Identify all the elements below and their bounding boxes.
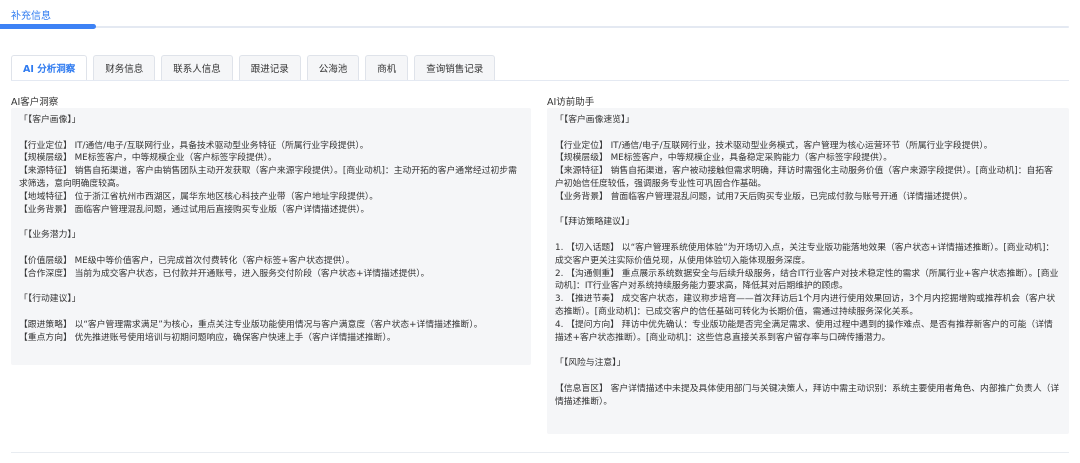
ai-customer-insight-panel: 「【客户画像】」【行业定位】 IT/通信/电子/互联网行业，具备技术驱动型业务特… <box>11 108 531 365</box>
insight-line: 【合作深度】 当前为成交客户状态，已付款并开通账号，进入服务交付阶段（客户状态+… <box>19 268 430 279</box>
insight-line: 「【风险与注意】」 <box>555 358 626 369</box>
insight-line: 2. 【沟通侧重】 重点展示系统数据安全与后续升级服务，结合IT行业客户对技术稳… <box>555 268 1059 292</box>
insight-line: 【来源特征】 销售自拓渠道，客户由销售团队主动开发获取（客户来源字段提供）。[商… <box>19 166 517 189</box>
tab-financial-info[interactable]: 财务信息 <box>93 55 156 80</box>
insight-line: 【业务背景】 面临客户管理混乱问题，通过试用后直接购买专业版（客户详情描述提供）… <box>19 204 370 215</box>
tab-public-pool[interactable]: 公海池 <box>306 55 360 80</box>
insight-line: 「【行动建议】」 <box>19 294 81 305</box>
tab-sales-records[interactable]: 查询销售记录 <box>414 55 496 80</box>
insight-line: 【行业定位】 IT/通信/电子/互联网行业，具备技术驱动型业务特征（所属行业字段… <box>19 140 369 151</box>
insight-line: 4. 【提问方向】 拜访中优先确认：专业版功能是否完全满足需求、使用过程中遇到的… <box>555 319 1053 343</box>
insight-line: 「【客户画像速览】」 <box>555 115 635 125</box>
insight-line: 1. 【切入话题】 以“客户管理系统使用体验”为开场切入点，关注专业版功能落地效… <box>555 242 1055 266</box>
insight-line: 「【客户画像】」 <box>19 115 81 125</box>
tab-follow-up-records[interactable]: 跟进记录 <box>238 55 301 80</box>
tab-opportunity[interactable]: 商机 <box>365 55 409 80</box>
insight-line: 「【业务潜力】」 <box>19 230 81 241</box>
tab-ai-insight[interactable]: AI 分析洞察 <box>11 55 88 80</box>
tab-bar: AI 分析洞察 财务信息 联系人信息 跟进记录 公海池 商机 查询销售记录 <box>11 55 496 80</box>
ai-visit-assistant-panel: 「【客户画像速览】」【行业定位】 IT/通信/电子/互联网行业，技术驱动型业务模… <box>547 108 1069 434</box>
insight-line: 【规模层级】 ME标签客户，中等规模企业（客户标签字段提供）。 <box>19 153 277 164</box>
insight-line: 【行业定位】 IT/通信/电子/互联网行业，技术驱动型业务模式，客户管理为核心运… <box>555 140 993 151</box>
section-active-indicator <box>0 24 96 29</box>
section-header: 补充信息 <box>0 0 1080 30</box>
right-panel-title: AI访前助手 <box>547 97 595 108</box>
tab-bar-divider <box>11 80 1069 81</box>
insight-line: 【规模层级】 ME标签客户，中等规模企业，具备稳定采购能力（客户标签字段提供）。 <box>555 153 893 164</box>
bottom-divider <box>11 452 1069 453</box>
insight-line: 【来源特征】 销售自拓渠道，客户被动接触但需求明确，拜访时需强化主动服务价值（客… <box>555 166 1053 189</box>
insight-line: 3. 【推进节奏】 成交客户状态，建议称步培育——首次拜访后1个月内进行使用效果… <box>555 294 1056 317</box>
section-divider <box>0 26 1069 28</box>
tab-contact-info[interactable]: 联系人信息 <box>161 55 233 80</box>
insight-line: 【重点方向】 优先推进账号使用培训与初期问题响应，确保客户快速上手（客户详情描述… <box>19 332 396 343</box>
left-panel-title: AI客户洞察 <box>11 97 59 108</box>
insight-line: 【跟进策略】 以“客户管理需求满足”为核心，重点关注专业版功能使用情况与客户满意… <box>19 319 483 330</box>
insight-line: 【地域特征】 位于浙江省杭州市西湖区，属华东地区核心科技产业带（客户地址字段提供… <box>19 191 379 202</box>
insight-line: 【价值层级】 ME级中等价值客户，已完成首次付费转化（客户标签+客户状态提供）。 <box>19 255 355 266</box>
insight-line: 【业务背景】 曾面临客户管理混乱问题，试用7天后购买专业版，已完成付款与账号开通… <box>555 191 973 202</box>
section-title: 补充信息 <box>11 11 51 22</box>
insight-line: 【信息盲区】 客户详情描述中未提及具体使用部门与关键决策人，拜访中需主动识别：系… <box>555 383 1060 407</box>
insight-line: 「【拜访策略建议】」 <box>555 217 635 228</box>
